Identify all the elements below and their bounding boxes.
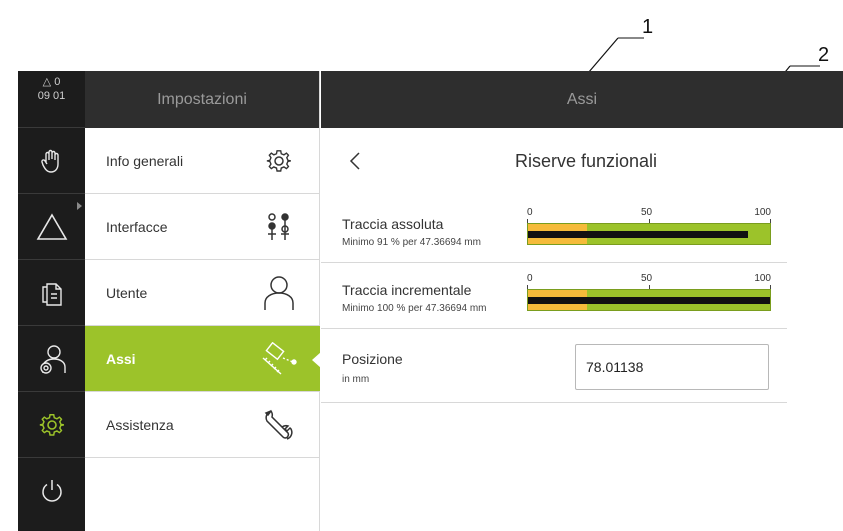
user-icon (258, 272, 300, 314)
scale-tick-100: 100 (754, 273, 771, 284)
rail-item-settings[interactable] (18, 392, 85, 458)
rail-item-manual-mode[interactable] (18, 128, 85, 194)
wrench-icon (258, 404, 300, 446)
more-indicator-icon (77, 202, 82, 210)
user-settings-icon (39, 344, 66, 374)
page-title: Riserve funzionali (514, 151, 658, 171)
interfaces-icon (258, 206, 300, 248)
main-menu-rail: △ 0 09 01 (18, 71, 85, 531)
rail-item-files[interactable] (18, 260, 85, 326)
back-button[interactable] (345, 147, 365, 175)
scale-tick-100: 100 (754, 207, 771, 218)
status-time: 09 01 (37, 90, 66, 102)
settings-item-label: Interfacce (106, 219, 168, 235)
status-area[interactable]: △ 0 09 01 (18, 71, 85, 128)
gear-icon (39, 413, 64, 436)
scale-tick-0: 0 (527, 273, 533, 284)
signal-bar (527, 223, 771, 245)
settings-item-interfacce[interactable]: Interfacce (85, 194, 320, 260)
settings-item-utente[interactable]: Utente (85, 260, 320, 326)
settings-panel: Impostazioni Info generali Interfacce Ut… (85, 71, 321, 531)
position-label: Posizione (342, 351, 403, 367)
signal-scale: 0 50 100 (527, 207, 771, 247)
signal-level-bar (528, 297, 770, 304)
row-label: Traccia incrementale (342, 282, 472, 298)
scale-tick-50: 50 (641, 273, 653, 284)
row-sublabel: Minimo 91 % per 47.36694 mm (342, 237, 481, 248)
callout-2: 2 (818, 44, 830, 66)
callout-1: 1 (642, 16, 654, 38)
warning-count: 0 (54, 76, 61, 88)
content-header: Assi (321, 71, 843, 128)
settings-item-info-generali[interactable]: Info generali (85, 128, 320, 194)
row-label: Traccia assoluta (342, 216, 444, 232)
settings-item-assistenza[interactable]: Assistenza (85, 392, 320, 458)
rail-item-user-login[interactable] (18, 326, 85, 392)
settings-item-label: Assi (106, 351, 136, 367)
hand-icon (40, 149, 59, 173)
position-input[interactable] (575, 344, 769, 390)
gear-icon (258, 140, 300, 182)
chevron-left-icon (349, 152, 360, 170)
settings-item-label: Utente (106, 285, 148, 301)
settings-header: Impostazioni (85, 71, 319, 128)
signal-scale: 0 50 100 (527, 273, 771, 313)
warning-triangle-icon: △ (42, 76, 52, 88)
axes-icon (258, 338, 300, 380)
rail-item-measure[interactable] (18, 194, 85, 260)
scale-tick-0: 0 (527, 207, 533, 218)
signal-row-incremental: Traccia incrementale Minimo 100 % per 47… (321, 263, 787, 329)
scale-tick-50: 50 (641, 207, 653, 218)
settings-item-label: Info generali (106, 153, 184, 169)
rail-item-power[interactable] (18, 458, 85, 524)
row-sublabel: Minimo 100 % per 47.36694 mm (342, 303, 487, 314)
settings-item-label: Assistenza (106, 417, 174, 433)
settings-item-assi[interactable]: Assi (85, 326, 321, 392)
power-icon (41, 480, 62, 502)
signal-level-bar (528, 231, 749, 238)
signal-row-absolute: Traccia assoluta Minimo 91 % per 47.3669… (321, 197, 787, 263)
triangle-icon (36, 212, 67, 240)
position-unit: in mm (342, 374, 370, 385)
content-panel: Assi Riserve funzionali Traccia assoluta… (321, 71, 843, 531)
documents-icon (41, 282, 62, 306)
signal-bar (527, 289, 771, 311)
